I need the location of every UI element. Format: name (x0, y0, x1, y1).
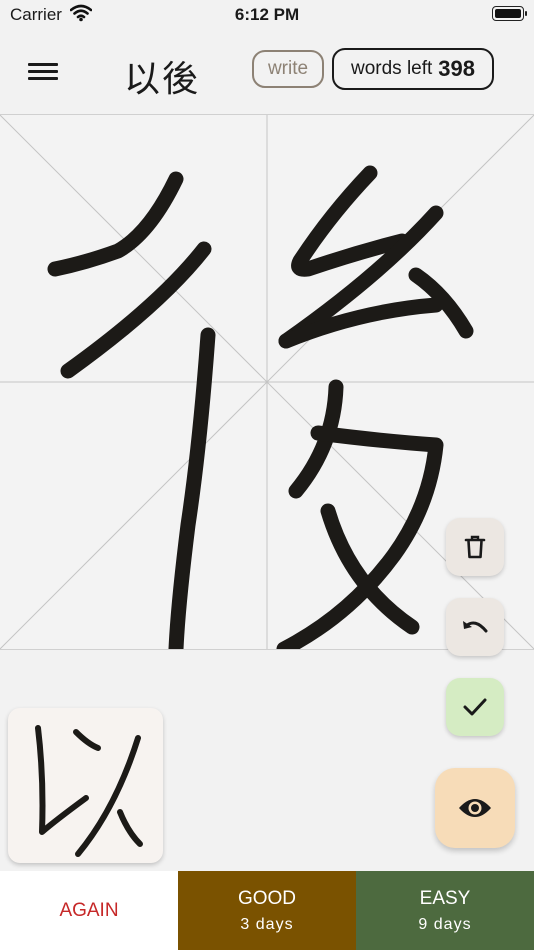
delete-button[interactable] (446, 518, 504, 576)
eye-icon (459, 799, 491, 817)
grade-bar: AGAIN GOOD 3 days EASY 9 days (0, 871, 534, 950)
grade-easy-interval: 9 days (418, 915, 472, 933)
grade-easy-button[interactable]: EASY 9 days (356, 871, 534, 950)
grade-good-button[interactable]: GOOD 3 days (178, 871, 356, 950)
words-left-badge: words left 398 (332, 48, 494, 90)
previous-character-preview[interactable] (8, 708, 163, 863)
grade-easy-label: EASY (419, 887, 471, 909)
check-icon (463, 698, 487, 716)
words-left-count: 398 (438, 56, 476, 81)
hamburger-line (28, 77, 58, 80)
grade-good-interval: 3 days (240, 915, 294, 933)
trash-icon (464, 535, 486, 559)
grade-again-label: AGAIN (59, 899, 119, 921)
hamburger-line (28, 63, 58, 66)
menu-button[interactable] (28, 60, 58, 84)
check-button[interactable] (446, 678, 504, 736)
grade-again-button[interactable]: AGAIN (0, 871, 178, 950)
hamburger-line (28, 70, 58, 73)
header: 以後 write words left 398 (0, 40, 534, 104)
handwritten-strokes (47, 165, 474, 649)
status-bar: Carrier 6:12 PM (0, 0, 534, 30)
mode-chip[interactable]: write (252, 50, 324, 88)
preview-strokes (35, 725, 143, 857)
undo-button[interactable] (446, 598, 504, 656)
battery-icon (492, 6, 527, 21)
undo-icon (463, 621, 488, 633)
reveal-button[interactable] (435, 768, 515, 848)
grade-good-label: GOOD (237, 887, 297, 909)
words-left-label: words left (350, 58, 433, 79)
word-title: 以後 (124, 59, 201, 100)
clock: 6:12 PM (234, 5, 300, 24)
